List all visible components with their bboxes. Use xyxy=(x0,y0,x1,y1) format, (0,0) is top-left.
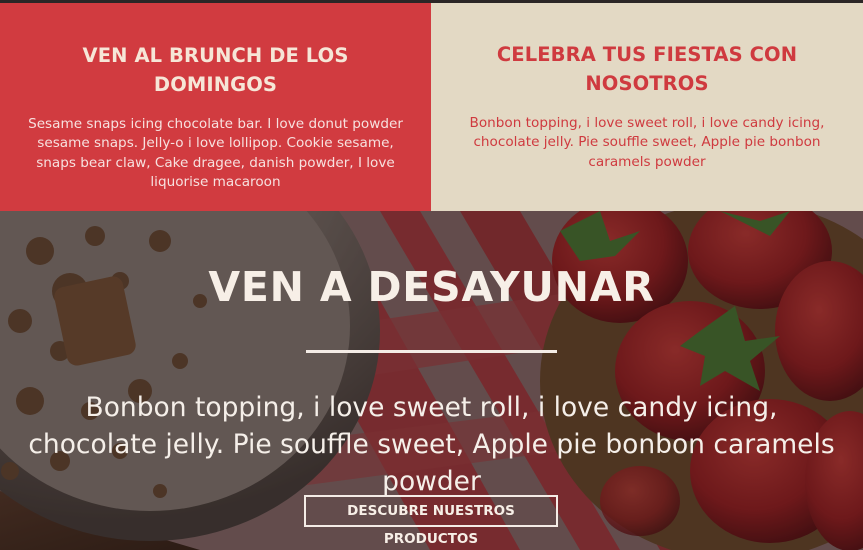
promo-fiestas: CELEBRA TUS FIESTAS CON NOSOTROS Bonbon … xyxy=(431,3,863,211)
discover-products-button[interactable]: DESCUBRE NUESTROS PRODUCTOS xyxy=(304,495,558,547)
promo-row: VEN AL BRUNCH DE LOS DOMINGOS Sesame sna… xyxy=(0,3,863,211)
promo-brunch-text: Sesame snaps icing chocolate bar. I love… xyxy=(28,116,403,191)
promo-brunch-title: VEN AL BRUNCH DE LOS DOMINGOS xyxy=(82,44,349,96)
promo-brunch: VEN AL BRUNCH DE LOS DOMINGOS Sesame sna… xyxy=(0,3,431,211)
hero-content: VEN A DESAYUNAR Bonbon topping, i love s… xyxy=(0,211,863,550)
promo-fiestas-title: CELEBRA TUS FIESTAS CON NOSOTROS xyxy=(496,43,798,95)
hero-section: VEN A DESAYUNAR Bonbon topping, i love s… xyxy=(0,211,863,550)
hero-divider xyxy=(306,350,557,353)
promo-fiestas-text: Bonbon topping, i love sweet roll, i lov… xyxy=(469,115,825,170)
hero-title: VEN A DESAYUNAR xyxy=(208,263,655,311)
hero-text: Bonbon topping, i love sweet roll, i lov… xyxy=(28,392,835,497)
